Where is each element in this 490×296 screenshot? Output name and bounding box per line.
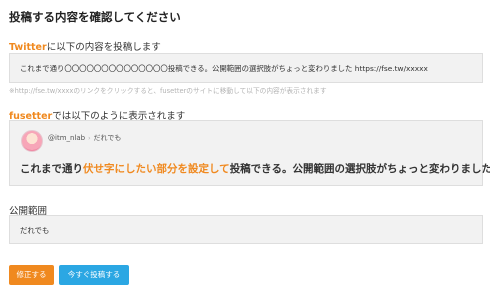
audience-label: だれでも	[93, 134, 122, 142]
preview-text: これまで通り伏せ字にしたい部分を設定して投稿できる。公開範囲の選択肢がちょっと変…	[20, 161, 490, 176]
page-title: 投稿する内容を確認してください	[9, 10, 181, 24]
preview-text-after: 投稿できる。公開範囲の選択肢がちょっと変わりました	[229, 163, 490, 175]
post-meta: @itm_nlab › だれでも	[48, 133, 121, 143]
tweet-preview-box: これまで通り〇〇〇〇〇〇〇〇〇〇〇〇〇〇投稿できる。公開範囲の選択肢がちょっと変…	[9, 53, 483, 83]
twitter-section-label: Twitterに以下の内容を投稿します	[9, 39, 161, 53]
avatar	[21, 130, 43, 152]
visibility-value: だれでも	[20, 226, 50, 235]
tweet-text: これまで通り〇〇〇〇〇〇〇〇〇〇〇〇〇〇投稿できる。公開範囲の選択肢がちょっと変…	[20, 64, 428, 73]
hidden-text-highlight: 伏せ字にしたい部分を設定して	[83, 163, 230, 175]
edit-button[interactable]: 修正する	[9, 265, 54, 285]
fusetter-preview-box: @itm_nlab › だれでも これまで通り伏せ字にしたい部分を設定して投稿できる…	[9, 120, 490, 186]
username: @itm_nlab	[48, 134, 86, 142]
twitter-label-rest: に以下の内容を投稿します	[46, 42, 161, 53]
twitter-label-accent: Twitter	[9, 42, 47, 53]
post-now-button[interactable]: 今すぐ投稿する	[59, 265, 129, 285]
chevron-right-icon: ›	[88, 135, 91, 142]
visibility-box: だれでも	[9, 215, 483, 244]
link-note: ※http://fse.tw/xxxxのリンクをクリックすると、fusetter…	[9, 87, 327, 95]
preview-text-before: これまで通り	[20, 163, 83, 175]
